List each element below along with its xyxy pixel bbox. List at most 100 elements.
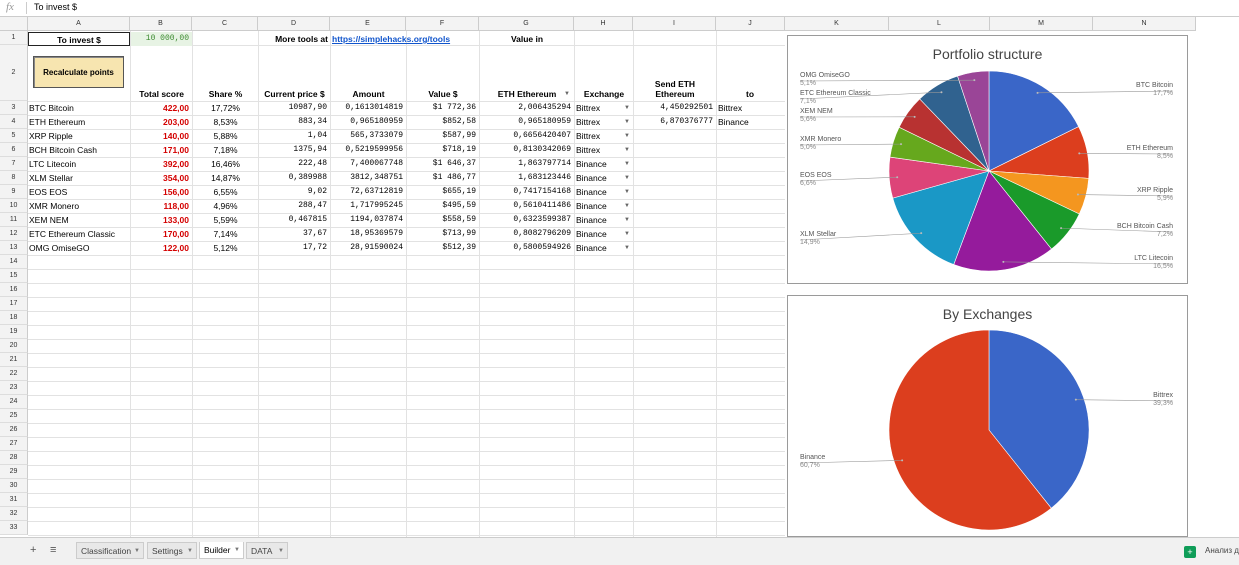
cell-to[interactable]	[718, 213, 784, 227]
cell-share[interactable]: 17,72%	[193, 101, 258, 115]
row-header[interactable]: 6	[0, 143, 28, 157]
cell-price[interactable]: 0,389988	[259, 171, 330, 185]
column-header[interactable]: F	[406, 17, 479, 31]
row-header[interactable]: 18	[0, 311, 28, 325]
tools-link[interactable]: https://simplehacks.org/tools	[332, 32, 472, 46]
row-header[interactable]: 33	[0, 521, 28, 535]
cell-value[interactable]: $713,99	[407, 227, 479, 241]
cell-share[interactable]: 16,46%	[193, 157, 258, 171]
column-header[interactable]: J	[716, 17, 785, 31]
cell-share[interactable]: 8,53%	[193, 115, 258, 129]
cell-share[interactable]: 4,96%	[193, 199, 258, 213]
cell-name[interactable]: XRP Ripple	[29, 129, 129, 143]
cell-score[interactable]: 122,00	[131, 241, 192, 255]
to-invest-value[interactable]: 10 000,00	[131, 32, 192, 46]
column-header[interactable]: A	[28, 17, 130, 31]
row-header[interactable]: 29	[0, 465, 28, 479]
cell-name[interactable]: BTC Bitcoin	[29, 101, 129, 115]
cell-name[interactable]: OMG OmiseGO	[29, 241, 129, 255]
cell-to[interactable]	[718, 129, 784, 143]
column-header[interactable]: K	[785, 17, 889, 31]
column-header[interactable]: N	[1093, 17, 1196, 31]
cell-eth[interactable]: 0,5610411486	[480, 199, 574, 213]
cell-name[interactable]: ETC Ethereum Classic	[29, 227, 129, 241]
exchange-dropdown-icon[interactable]: ▼	[623, 230, 631, 238]
row-header[interactable]: 13	[0, 241, 28, 255]
row-header[interactable]: 22	[0, 367, 28, 381]
cell-share[interactable]: 5,59%	[193, 213, 258, 227]
tab-menu-icon[interactable]: ▼	[134, 543, 140, 560]
row-header[interactable]: 8	[0, 171, 28, 185]
cell-send[interactable]	[634, 213, 716, 227]
exchange-dropdown-icon[interactable]: ▼	[623, 146, 631, 154]
cell-name[interactable]: EOS EOS	[29, 185, 129, 199]
cell-eth[interactable]: 0,6323599387	[480, 213, 574, 227]
row-header[interactable]: 4	[0, 115, 28, 129]
exchange-dropdown-icon[interactable]: ▼	[623, 216, 631, 224]
row-header[interactable]: 17	[0, 297, 28, 311]
exchange-dropdown-icon[interactable]: ▼	[623, 202, 631, 210]
row-header[interactable]: 20	[0, 339, 28, 353]
cell-name[interactable]: ETH Ethereum	[29, 115, 129, 129]
cell-amount[interactable]: 0,1613014819	[331, 101, 406, 115]
cell-score[interactable]: 140,00	[131, 129, 192, 143]
cell-value[interactable]: $1 486,77	[407, 171, 479, 185]
portfolio-structure-chart[interactable]: Portfolio structure BTC Bitcoin17,7%ETH …	[787, 35, 1188, 284]
cell-price[interactable]: 17,72	[259, 241, 330, 255]
cell-value[interactable]: $852,58	[407, 115, 479, 129]
explore-button[interactable]: Анализ д	[1205, 546, 1239, 555]
exchange-dropdown-icon[interactable]: ▼	[623, 118, 631, 126]
exchange-dropdown-icon[interactable]: ▼	[623, 188, 631, 196]
cell-value[interactable]: $718,19	[407, 143, 479, 157]
explore-icon[interactable]: +	[1184, 546, 1196, 558]
cell-value[interactable]: $558,59	[407, 213, 479, 227]
cell-to[interactable]	[718, 143, 784, 157]
cell-exchange[interactable]: Binance	[576, 241, 626, 255]
column-header[interactable]: I	[633, 17, 716, 31]
row-header[interactable]: 5	[0, 129, 28, 143]
cell-name[interactable]: BCH Bitcoin Cash	[29, 143, 129, 157]
cell-exchange[interactable]: Bittrex	[576, 129, 626, 143]
column-header[interactable]: E	[330, 17, 406, 31]
cell-score[interactable]: 133,00	[131, 213, 192, 227]
cell-price[interactable]: 1,04	[259, 129, 330, 143]
row-header[interactable]: 23	[0, 381, 28, 395]
exchange-dropdown-icon[interactable]: ▼	[623, 160, 631, 168]
row-header[interactable]: 7	[0, 157, 28, 171]
tab-settings[interactable]: Settings▼	[147, 542, 197, 559]
row-header[interactable]: 1	[0, 31, 28, 45]
row-header[interactable]: 28	[0, 451, 28, 465]
row-header[interactable]: 26	[0, 423, 28, 437]
row-header[interactable]: 19	[0, 325, 28, 339]
row-header[interactable]: 11	[0, 213, 28, 227]
cell-send[interactable]	[634, 171, 716, 185]
cell-price[interactable]: 10987,90	[259, 101, 330, 115]
cell-amount[interactable]: 565,3733079	[331, 129, 406, 143]
cell-to[interactable]	[718, 199, 784, 213]
cell-eth[interactable]: 0,8082796209	[480, 227, 574, 241]
cell-amount[interactable]: 28,91590024	[331, 241, 406, 255]
cell-share[interactable]: 7,18%	[193, 143, 258, 157]
cell-to[interactable]: Binance	[718, 115, 784, 129]
cell-amount[interactable]: 1194,037874	[331, 213, 406, 227]
cell-send[interactable]	[634, 241, 716, 255]
cell-score[interactable]: 118,00	[131, 199, 192, 213]
column-header[interactable]: C	[192, 17, 258, 31]
cell-exchange[interactable]: Binance	[576, 171, 626, 185]
cell-eth[interactable]: 1,863797714	[480, 157, 574, 171]
cell-to[interactable]	[718, 241, 784, 255]
cell-to[interactable]: Bittrex	[718, 101, 784, 115]
row-header[interactable]: 24	[0, 395, 28, 409]
cell-score[interactable]: 354,00	[131, 171, 192, 185]
cell-share[interactable]: 5,12%	[193, 241, 258, 255]
column-header[interactable]: G	[479, 17, 574, 31]
cell-price[interactable]: 9,02	[259, 185, 330, 199]
formula-input[interactable]: To invest $	[34, 2, 77, 12]
cell-score[interactable]: 392,00	[131, 157, 192, 171]
row-header[interactable]: 2	[0, 45, 28, 101]
row-header[interactable]: 9	[0, 185, 28, 199]
cell-exchange[interactable]: Bittrex	[576, 143, 626, 157]
cell-exchange[interactable]: Bittrex	[576, 115, 626, 129]
all-sheets-icon[interactable]: ≡	[50, 544, 56, 556]
cell-exchange[interactable]: Binance	[576, 227, 626, 241]
